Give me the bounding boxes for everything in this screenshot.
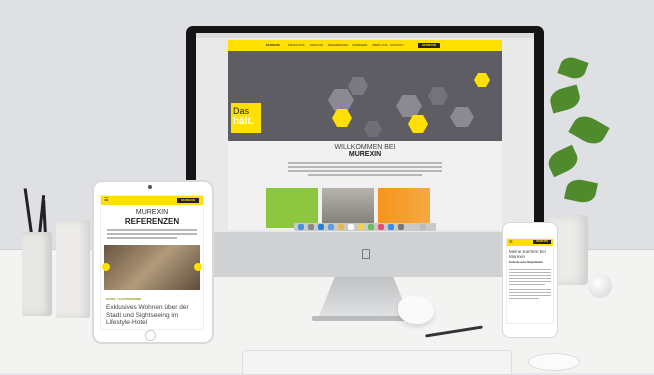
iphone-page-title: Meine Karriere bei Murexin <box>509 249 546 259</box>
ipad-text-line <box>107 229 197 231</box>
ipad-home-button[interactable] <box>145 330 156 341</box>
site-navbar: MUREXIN PRODUKTE SERVICE REFERENZEN KARR… <box>228 40 502 51</box>
site-logo[interactable]: MUREXIN <box>418 43 440 48</box>
hero-slogan-line1: Das <box>233 106 250 116</box>
iphone-screen: ☰ MUREXIN Meine Karriere bei Murexin Ent… <box>506 238 554 324</box>
nav-item-service[interactable]: SERVICE <box>310 43 323 47</box>
menu-icon[interactable]: ☰ <box>104 198 108 203</box>
iphone-site-header: ☰ MUREXIN <box>507 239 553 246</box>
ipad-text-line <box>107 233 197 235</box>
dock-safari-icon[interactable] <box>318 224 324 230</box>
nav-item-referenzen[interactable]: REFERENZEN <box>328 43 348 47</box>
iphone-text-line <box>509 269 551 270</box>
intro-text-line <box>288 162 442 164</box>
hero-hexagon <box>396 95 422 117</box>
nav-item-kontakt[interactable]: KONTAKT <box>390 43 404 47</box>
teaser-tile-stone[interactable] <box>322 188 374 228</box>
hero-hexagon <box>450 107 474 127</box>
ipad-heading: REFERENZEN <box>124 217 180 226</box>
iphone-text-line <box>509 272 551 273</box>
dock-launchpad-icon[interactable] <box>308 224 314 230</box>
iphone-text-line <box>509 298 539 299</box>
brush-pot <box>22 232 52 316</box>
carousel-prev-icon[interactable] <box>102 263 110 271</box>
menu-icon[interactable]: ☰ <box>509 240 513 244</box>
dock-mail-icon[interactable] <box>328 224 334 230</box>
welcome-brand: MUREXIN <box>348 151 382 158</box>
hero-hexagon <box>348 77 368 95</box>
mac-dock <box>294 223 436 231</box>
intro-text-line <box>288 166 442 168</box>
iphone-text-line <box>509 284 545 285</box>
ipad-screen: ☰ MUREXIN MUREXIN REFERENZEN HOTEL / GAS… <box>100 195 204 330</box>
crumpled-paper <box>398 296 434 324</box>
ipad-category-label: HOTEL / GASTRONOMIE <box>106 297 142 301</box>
dock-maps-icon[interactable] <box>368 224 374 230</box>
ipad-site-header: ☰ MUREXIN <box>101 196 203 205</box>
keyboard <box>242 350 512 375</box>
iphone-text-line <box>509 278 551 279</box>
iphone-text-line <box>509 295 551 296</box>
iphone-subtitle: Entdecke deine Möglichkeiten <box>509 261 544 264</box>
hero-hexagon <box>332 109 352 127</box>
iphone-text-line <box>509 275 551 276</box>
hero-hexagon <box>474 73 490 87</box>
hero-banner: Das hält. <box>228 51 502 141</box>
dock-music-icon[interactable] <box>378 224 384 230</box>
hero-hexagon <box>428 87 448 105</box>
nav-item-ueber-uns[interactable]: ÜBER UNS <box>372 43 388 47</box>
dock-finder-icon[interactable] <box>298 224 304 230</box>
decor-ball <box>588 274 612 298</box>
apple-logo-icon:  <box>359 247 373 261</box>
iphone-text-line <box>509 292 551 293</box>
hero-hexagon <box>408 115 428 133</box>
ipad-reference-title[interactable]: Exklusives Wohnen über der Stadt und Sig… <box>106 304 200 327</box>
mouse <box>528 353 580 371</box>
dock-calendar-icon[interactable] <box>348 224 354 230</box>
dock-trash-icon[interactable] <box>420 224 426 230</box>
mac-menubar[interactable] <box>196 33 534 38</box>
decor-cylinder <box>56 220 90 318</box>
iphone-site-logo[interactable]: MUREXIN <box>533 240 551 244</box>
ipad-text-line <box>107 237 177 239</box>
welcome-heading: WILLKOMMEN BEI <box>334 144 396 151</box>
hero-slogan-line2: hält. <box>233 116 254 127</box>
browser-window: MUREXIN PRODUKTE SERVICE REFERENZEN KARR… <box>228 40 502 230</box>
hero-hexagon <box>364 121 382 137</box>
iphone-text-line <box>509 289 551 290</box>
carousel-next-icon[interactable] <box>194 263 202 271</box>
ipad-reference-photo[interactable] <box>104 245 200 290</box>
dock-appstore-icon[interactable] <box>388 224 394 230</box>
ipad-heading-brand: MUREXIN <box>135 209 169 216</box>
ipad-site-logo[interactable]: MUREXIN <box>177 198 199 203</box>
intro-text-line <box>308 174 422 176</box>
nav-item-karriere[interactable]: KARRIERE <box>352 43 367 47</box>
hero-hexagon <box>328 89 354 111</box>
iphone-text-line <box>509 281 551 282</box>
nav-item-home[interactable]: MUREXIN <box>266 43 280 47</box>
dock-settings-icon[interactable] <box>398 224 404 230</box>
teaser-tile-green[interactable] <box>266 188 318 228</box>
ipad-camera <box>148 185 152 189</box>
dock-notes-icon[interactable] <box>358 224 364 230</box>
dock-photos-icon[interactable] <box>338 224 344 230</box>
imac-screen: MUREXIN PRODUKTE SERVICE REFERENZEN KARR… <box>196 33 534 232</box>
nav-item-produkte[interactable]: PRODUKTE <box>288 43 305 47</box>
teaser-tile-orange[interactable] <box>378 188 430 228</box>
intro-text-line <box>288 170 442 172</box>
